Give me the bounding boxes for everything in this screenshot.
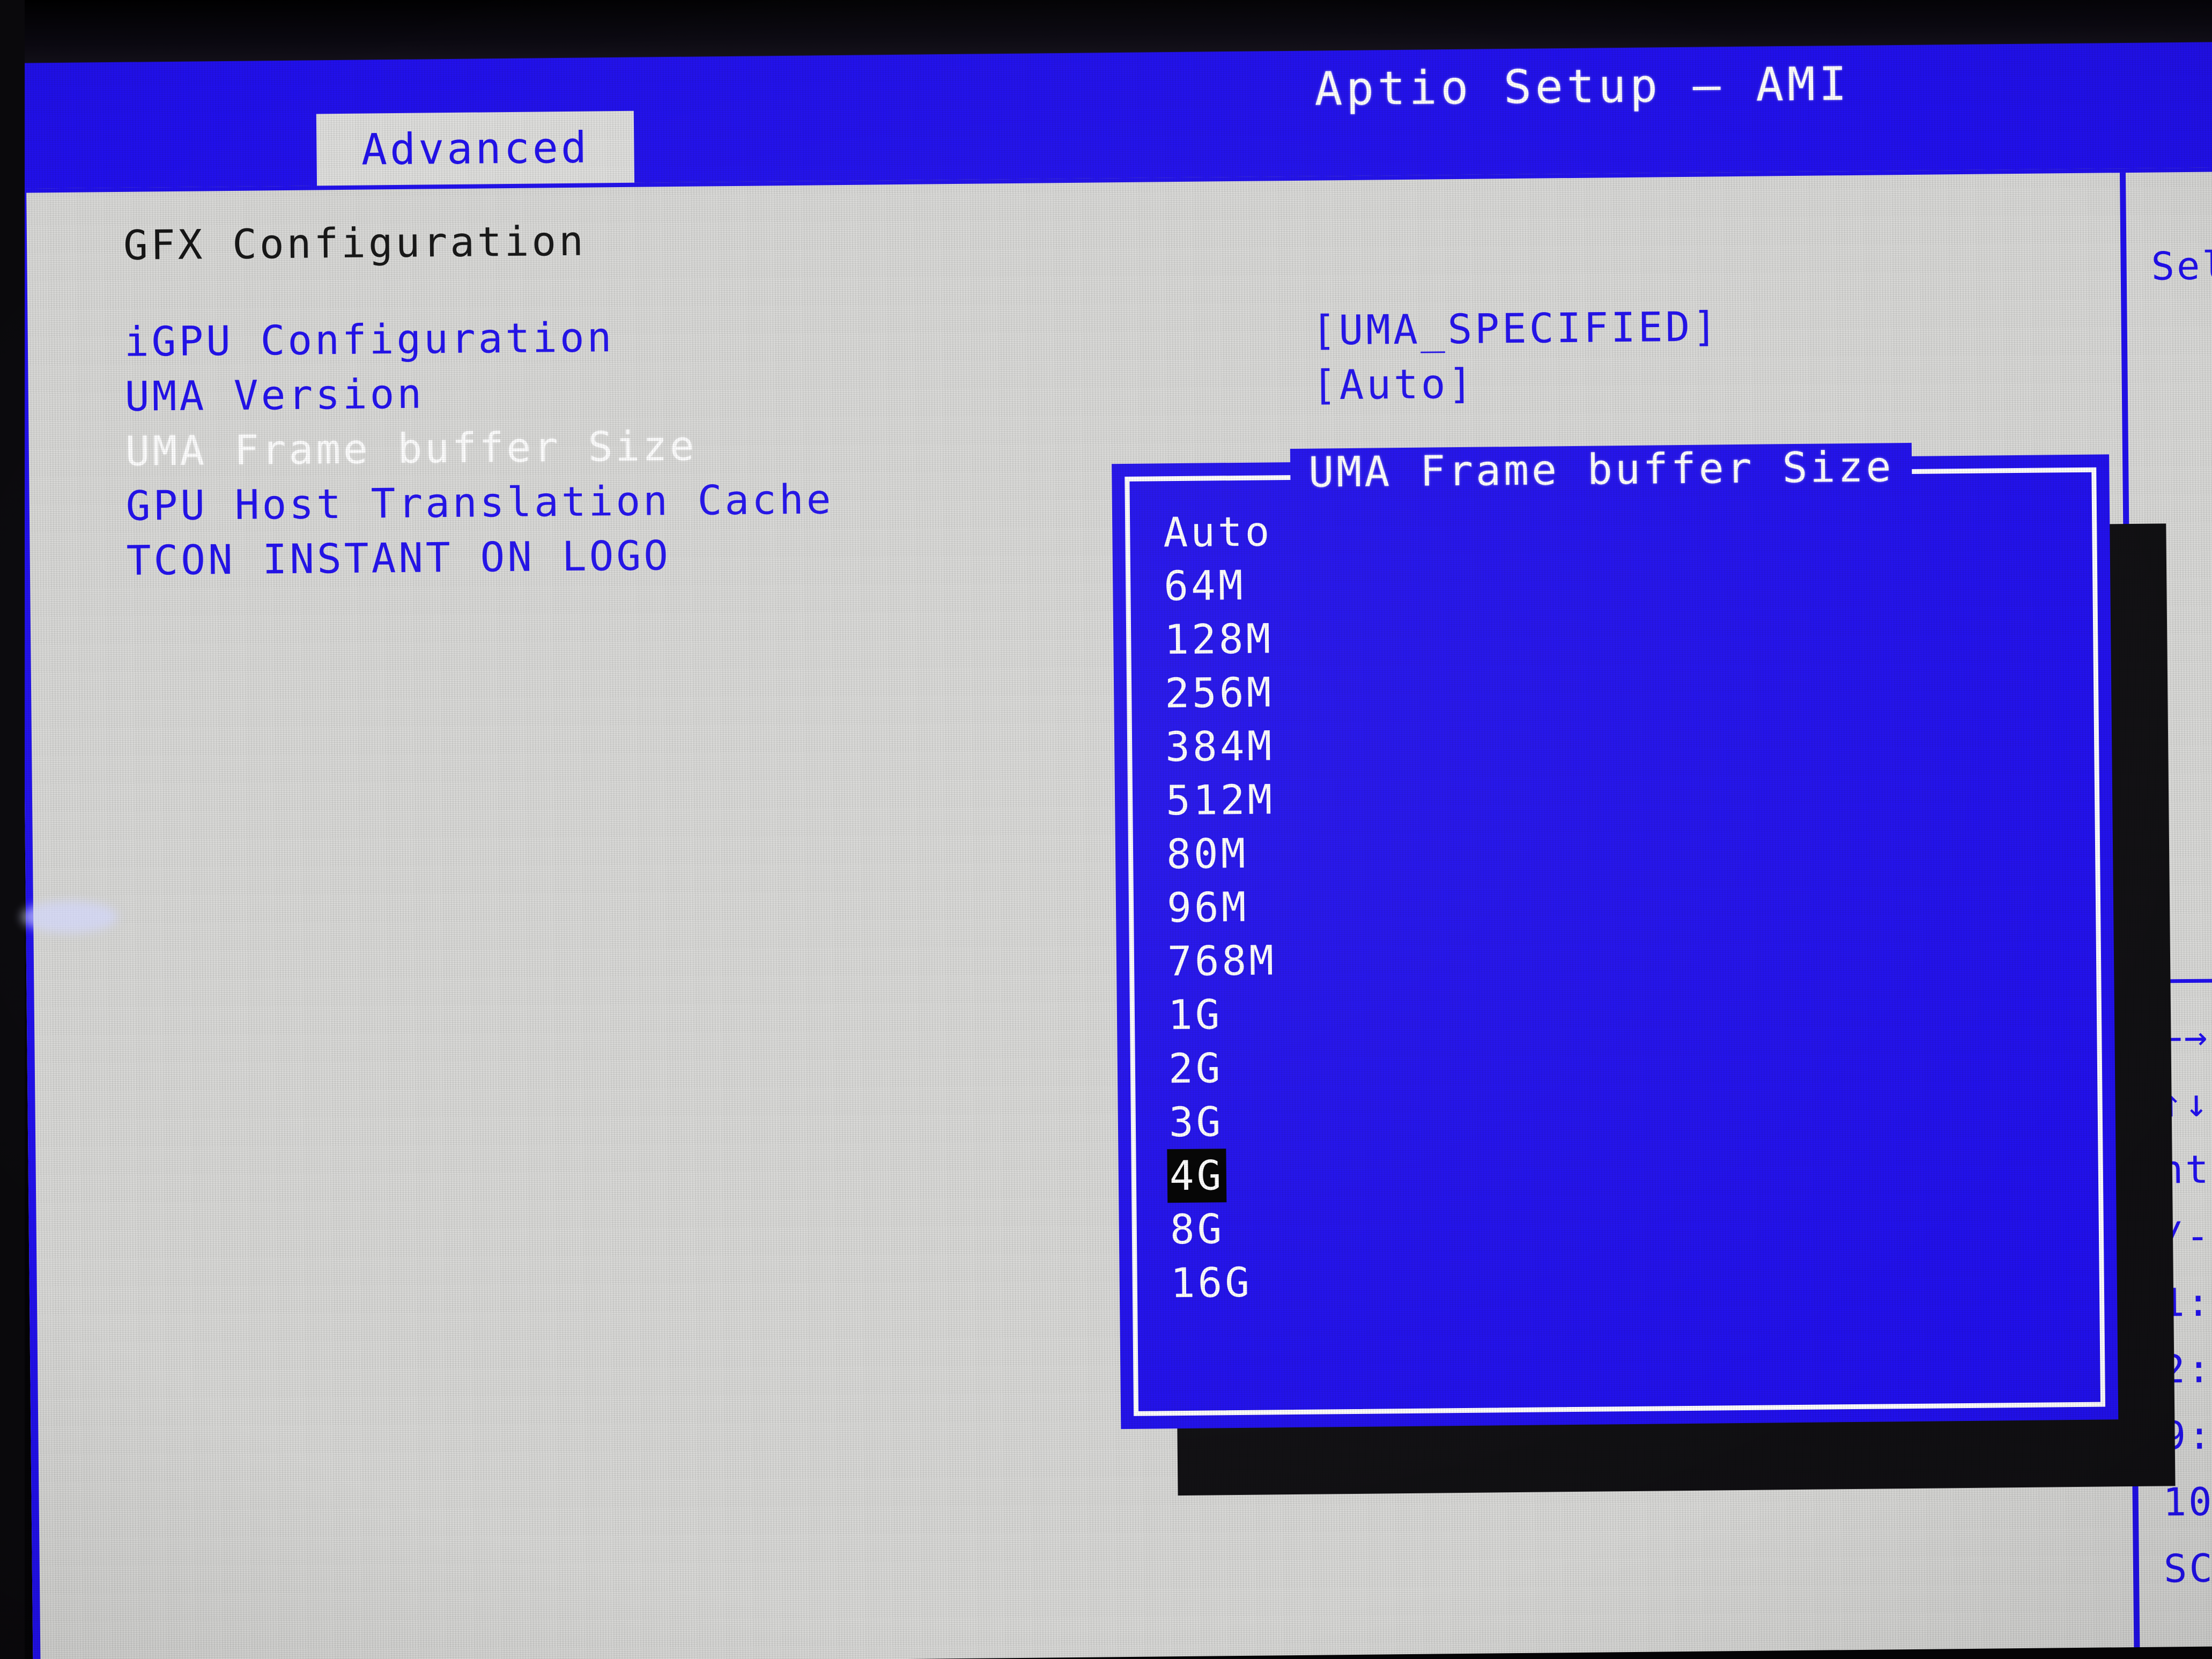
dialog-option-16g[interactable]: 16G [1168,1248,2089,1310]
page-title: Aptio Setup – AMI [1314,57,1851,116]
dialog-option-96m[interactable]: 96M [1165,872,2085,935]
dialog-option-1g[interactable]: 1G [1166,980,2087,1042]
dialog-option-128m[interactable]: 128M [1162,604,2083,666]
uma-frame-buffer-size-dialog[interactable]: UMA Frame buffer Size Auto 64M 128M 256M… [1112,442,2119,1430]
dialog-option-4g[interactable]: 4G [1167,1140,2088,1203]
setting-value-igpu-configuration[interactable]: [UMA_SPECIFIED] [1311,302,1720,354]
dialog-option-8g[interactable]: 8G [1167,1194,2088,1256]
setting-label: iGPU Configuration [124,313,615,366]
help-key-esc: SC [2163,1545,2212,1591]
dialog-option-768m[interactable]: 768M [1165,926,2086,988]
setting-row-uma-frame-buffer-size[interactable]: UMA Frame buffer Size [125,422,697,482]
dialog-option-auto[interactable]: Auto [1161,497,2082,559]
setting-value-uma-version[interactable]: [Auto] [1312,360,1475,409]
dialog-option-256m[interactable]: 256M [1163,658,2083,720]
dialog-option-384m[interactable]: 384M [1163,712,2084,774]
section-title: GFX Configuration [123,217,587,269]
setting-row-gpu-host-translation-cache[interactable]: GPU Host Translation Cache [125,475,834,537]
dialog-border: UMA Frame buffer Size Auto 64M 128M 256M… [1125,442,2106,1416]
setting-label: UMA Version [124,369,425,420]
dialog-option-list[interactable]: Auto 64M 128M 256M 384M 512M 80M 96M 768… [1161,497,2090,1405]
setting-row-tcon-instant-on-logo[interactable]: TCON INSTANT ON LOGO [126,531,671,591]
help-description: Select [2151,242,2212,289]
header-band: Aptio Setup – AMI Advanced [5,0,2212,189]
monitor-photograph: Aptio Setup – AMI Advanced GFX Configura… [0,0,2212,1659]
setting-label: TCON INSTANT ON LOGO [126,531,671,584]
setting-label: GPU Host Translation Cache [125,475,834,530]
bios-screen: Aptio Setup – AMI Advanced GFX Configura… [5,0,2212,1659]
dialog-option-2g[interactable]: 2G [1166,1033,2087,1095]
dialog-title: UMA Frame buffer Size [1290,442,1912,498]
dialog-option-3g[interactable]: 3G [1166,1087,2087,1149]
setting-row-igpu-configuration[interactable]: iGPU Configuration [124,313,615,373]
dialog-option-512m[interactable]: 512M [1164,765,2084,827]
setting-row-uma-version[interactable]: UMA Version [124,370,424,427]
setting-label: UMA Frame buffer Size [125,421,698,475]
dialog-option-80m[interactable]: 80M [1164,819,2085,881]
tab-advanced[interactable]: Advanced [316,110,635,189]
dialog-option-64m[interactable]: 64M [1162,551,2082,613]
